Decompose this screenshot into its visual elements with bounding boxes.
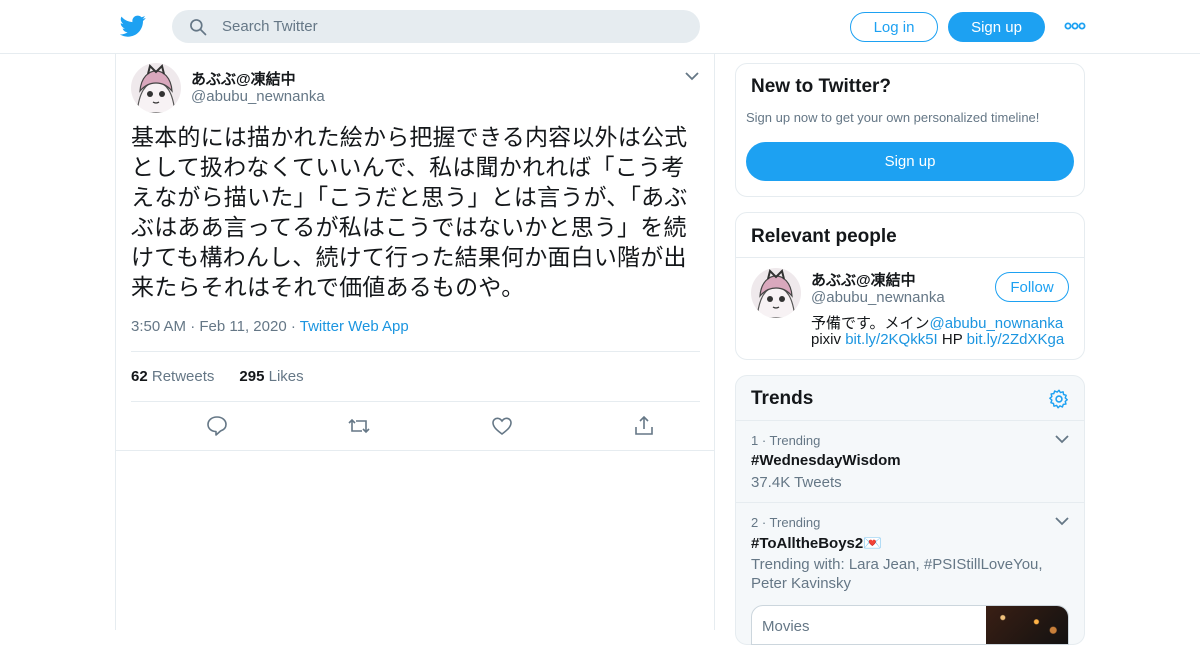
likes-count: 295 [239, 368, 265, 385]
retweets-label: Retweets [151, 368, 215, 385]
tweet-source-link[interactable]: Twitter Web App [300, 318, 409, 335]
bio-pixiv-link[interactable]: bit.ly/2KQkk5I [845, 331, 938, 348]
person-bio: 予備です。メイン@abubu_nownanka [811, 312, 1063, 333]
likes-stat[interactable]: 295 Likes [239, 368, 303, 385]
trend-media-card[interactable]: Movies [751, 605, 1069, 645]
tweet-date[interactable]: Feb 11, 2020 [199, 318, 286, 335]
trend-context: Trending with: Lara Jean, #PSIStillLoveY… [751, 556, 1043, 592]
author-name[interactable]: あぶぶ@凍結中 [191, 68, 296, 89]
trend-rank: 1 · Trending [751, 433, 821, 448]
media-card-label: Movies [762, 618, 810, 635]
divider [131, 401, 700, 402]
avatar-image [751, 268, 801, 318]
tweet-actions [131, 412, 700, 442]
more-dots-icon[interactable] [1064, 20, 1086, 32]
chevron-down-icon[interactable] [1054, 433, 1070, 445]
divider [736, 502, 1084, 503]
top-navigation-bar: Log in Sign up [0, 0, 1200, 54]
author-handle[interactable]: @abubu_newnanka [191, 88, 325, 105]
reply-icon[interactable] [205, 414, 229, 438]
dot-separator: · [190, 318, 200, 335]
twitter-bird-icon[interactable] [120, 13, 146, 39]
likes-label: Likes [268, 368, 304, 385]
follow-button[interactable]: Follow [995, 272, 1069, 302]
divider [736, 420, 1084, 421]
person-bio-links: pixiv bit.ly/2KQkk5I HP bit.ly/2ZdXKga [811, 331, 1064, 348]
card-title: Trends [751, 388, 814, 409]
divider [116, 450, 714, 451]
search-icon [190, 18, 207, 35]
signup-button[interactable]: Sign up [948, 12, 1045, 42]
search-bar[interactable] [172, 10, 700, 43]
card-title: New to Twitter? [751, 76, 892, 97]
trend-tweet-count: 37.4K Tweets [751, 474, 842, 491]
card-title: Relevant people [751, 226, 897, 247]
share-icon[interactable] [632, 414, 656, 438]
trend-hashtag[interactable]: #WednesdayWisdom [751, 452, 901, 469]
divider [131, 351, 700, 352]
relevant-people-card: Relevant people あぶぶ@凍結中 @abubu_newnanka … [735, 212, 1085, 360]
bio-hp-link[interactable]: bit.ly/2ZdXKga [967, 331, 1065, 348]
trend-hashtag[interactable]: #ToAlltheBoys2💌 [751, 534, 882, 552]
retweet-icon[interactable] [347, 414, 371, 438]
tweet-time[interactable]: 3:50 AM [131, 318, 186, 335]
tweet-stats: 62 Retweets 295 Likes [131, 368, 304, 385]
avatar[interactable] [131, 63, 181, 113]
new-to-twitter-card: New to Twitter? Sign up now to get your … [735, 63, 1085, 197]
trend-rank: 2 · Trending [751, 515, 821, 530]
retweets-count: 62 [131, 368, 148, 385]
retweets-stat[interactable]: 62 Retweets [131, 368, 214, 385]
bio-text: 予備です。メイン [811, 315, 930, 332]
dot-separator: · [290, 318, 300, 335]
avatar[interactable] [751, 268, 801, 318]
chevron-down-icon[interactable] [1054, 515, 1070, 527]
bio-text: HP [937, 331, 967, 348]
gear-icon[interactable] [1048, 388, 1070, 410]
like-icon[interactable] [490, 414, 514, 438]
chevron-down-icon[interactable] [684, 70, 700, 82]
person-handle[interactable]: @abubu_newnanka [811, 289, 945, 306]
person-name[interactable]: あぶぶ@凍結中 [811, 269, 916, 290]
avatar-image [131, 63, 181, 113]
bio-text: pixiv [811, 331, 846, 348]
divider [736, 257, 1084, 258]
search-input[interactable] [222, 18, 662, 35]
tweet-timestamp: 3:50 AM · Feb 11, 2020 · Twitter Web App [131, 318, 409, 335]
card-subtitle: Sign up now to get your own personalized… [746, 110, 1040, 125]
tweet-text: 基本的には描かれた絵から把握できる内容以外は公式として扱わなくていいんで、私は聞… [131, 124, 688, 300]
sidebar-signup-button[interactable]: Sign up [746, 142, 1074, 181]
tweet-detail: あぶぶ@凍結中 @abubu_newnanka 基本的には描かれた絵から把握でき… [115, 54, 715, 630]
bio-mention-link[interactable]: @abubu_nownanka [930, 315, 1064, 332]
media-thumbnail[interactable] [986, 606, 1068, 644]
login-button[interactable]: Log in [850, 12, 938, 42]
trends-card: Trends 1 · Trending #WednesdayWisdom 37.… [735, 375, 1085, 645]
